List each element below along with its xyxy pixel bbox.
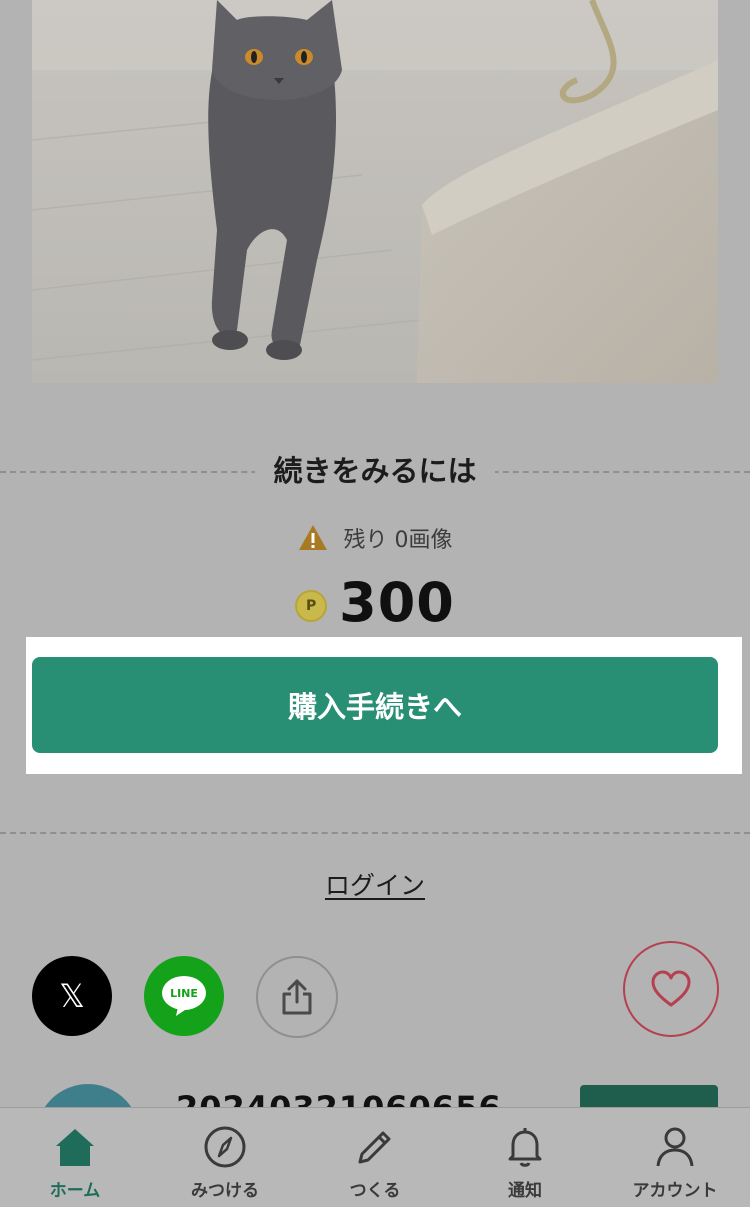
share-x-button[interactable]: 𝕏 <box>32 956 112 1036</box>
content-photo <box>32 0 718 383</box>
login-link[interactable]: ログイン <box>325 871 425 900</box>
share-more-button[interactable] <box>256 956 338 1038</box>
bottom-navigation: ホーム みつける つくる 通知 アカウント <box>0 1107 750 1207</box>
price-display: P 300 <box>0 570 750 634</box>
home-icon <box>56 1129 94 1166</box>
purchase-button[interactable]: 購入手続きへ <box>32 657 718 753</box>
purchase-section-title: 続きをみるには <box>0 446 750 496</box>
section-title-text: 続きをみるには <box>255 446 495 496</box>
coin-symbol: P <box>305 598 317 614</box>
share-icon <box>282 979 312 1015</box>
bell-icon <box>508 1128 542 1167</box>
nav-home-label: ホーム <box>49 1181 101 1201</box>
nav-create-label: つくる <box>349 1181 401 1201</box>
remaining-text: 残り 0画像 <box>343 528 453 553</box>
share-line-button[interactable]: LINE <box>144 956 224 1036</box>
point-coin-icon: P <box>295 590 328 622</box>
like-button[interactable] <box>623 941 719 1037</box>
nav-notifications-label: 通知 <box>508 1181 542 1201</box>
nav-home[interactable]: ホーム <box>0 1108 150 1207</box>
pencil-icon <box>358 1131 391 1164</box>
price-value: 300 <box>339 570 455 634</box>
nav-account[interactable]: アカウント <box>600 1108 750 1207</box>
heart-icon <box>651 970 691 1007</box>
remaining-images-notice: 残り 0画像 <box>0 520 750 556</box>
login-container: ログイン <box>0 866 750 902</box>
x-logo-icon: 𝕏 <box>59 977 85 1015</box>
line-logo-text: LINE <box>170 987 198 1000</box>
nav-create[interactable]: つくる <box>300 1108 450 1207</box>
person-icon <box>656 1127 694 1167</box>
warning-icon <box>298 525 327 550</box>
compass-icon <box>204 1126 246 1168</box>
nav-discover[interactable]: みつける <box>150 1108 300 1207</box>
nav-notifications[interactable]: 通知 <box>450 1108 600 1207</box>
section-divider-bottom <box>0 832 750 834</box>
nav-account-label: アカウント <box>632 1181 718 1201</box>
nav-discover-label: みつける <box>191 1181 259 1201</box>
